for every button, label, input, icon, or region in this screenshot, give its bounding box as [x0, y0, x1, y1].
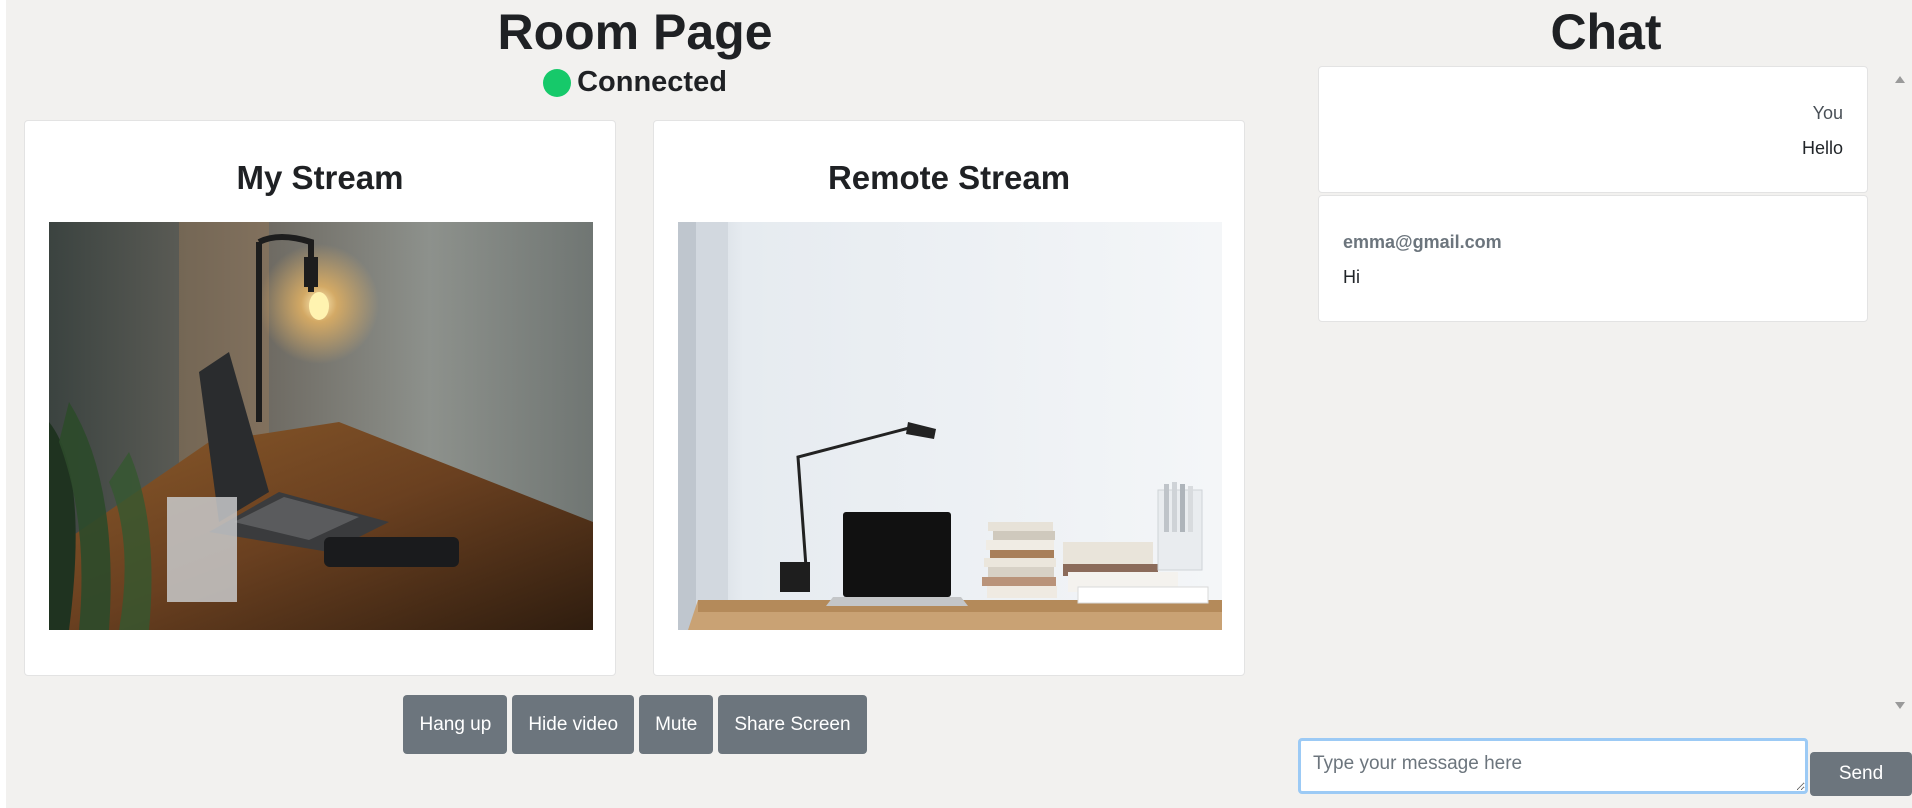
mute-button[interactable]: Mute: [639, 695, 714, 754]
my-stream-card: My Stream: [24, 120, 616, 676]
send-button[interactable]: Send: [1810, 752, 1912, 796]
chat-scrollbar[interactable]: [1890, 66, 1908, 716]
call-controls: Hang up Hide video Mute Share Screen: [6, 695, 1264, 754]
chat-message-list[interactable]: You Hello emma@gmail.com Hi: [1318, 66, 1868, 324]
page-title: Room Page: [497, 4, 773, 60]
remote-stream-title: Remote Stream: [827, 159, 1071, 196]
my-stream-title: My Stream: [236, 159, 404, 196]
remote-stream-video: [678, 222, 1222, 630]
scroll-down-arrow-icon[interactable]: [1895, 702, 1905, 709]
room-panel: Room Page Connected My Stream Remote Str…: [6, 0, 1264, 808]
chat-message: emma@gmail.com Hi: [1318, 195, 1868, 322]
remote-stream-card: Remote Stream: [653, 120, 1245, 676]
message-sender: emma@gmail.com: [1343, 232, 1502, 252]
chat-title: Chat: [1550, 4, 1662, 60]
scroll-up-arrow-icon[interactable]: [1895, 76, 1905, 83]
connection-status: Connected: [6, 66, 1264, 99]
chat-input-row: Send: [1298, 738, 1912, 796]
share-screen-button[interactable]: Share Screen: [718, 695, 867, 754]
status-dot-icon: [543, 68, 572, 97]
message-sender: You: [1812, 103, 1843, 123]
hide-video-button[interactable]: Hide video: [512, 695, 635, 754]
chat-message: You Hello: [1318, 66, 1868, 193]
message-text: Hi: [1343, 267, 1360, 287]
message-text: Hello: [1801, 138, 1843, 158]
my-stream-video: [49, 222, 593, 630]
hang-up-button[interactable]: Hang up: [403, 695, 508, 754]
status-label: Connected: [577, 66, 727, 98]
message-input[interactable]: [1298, 738, 1808, 794]
